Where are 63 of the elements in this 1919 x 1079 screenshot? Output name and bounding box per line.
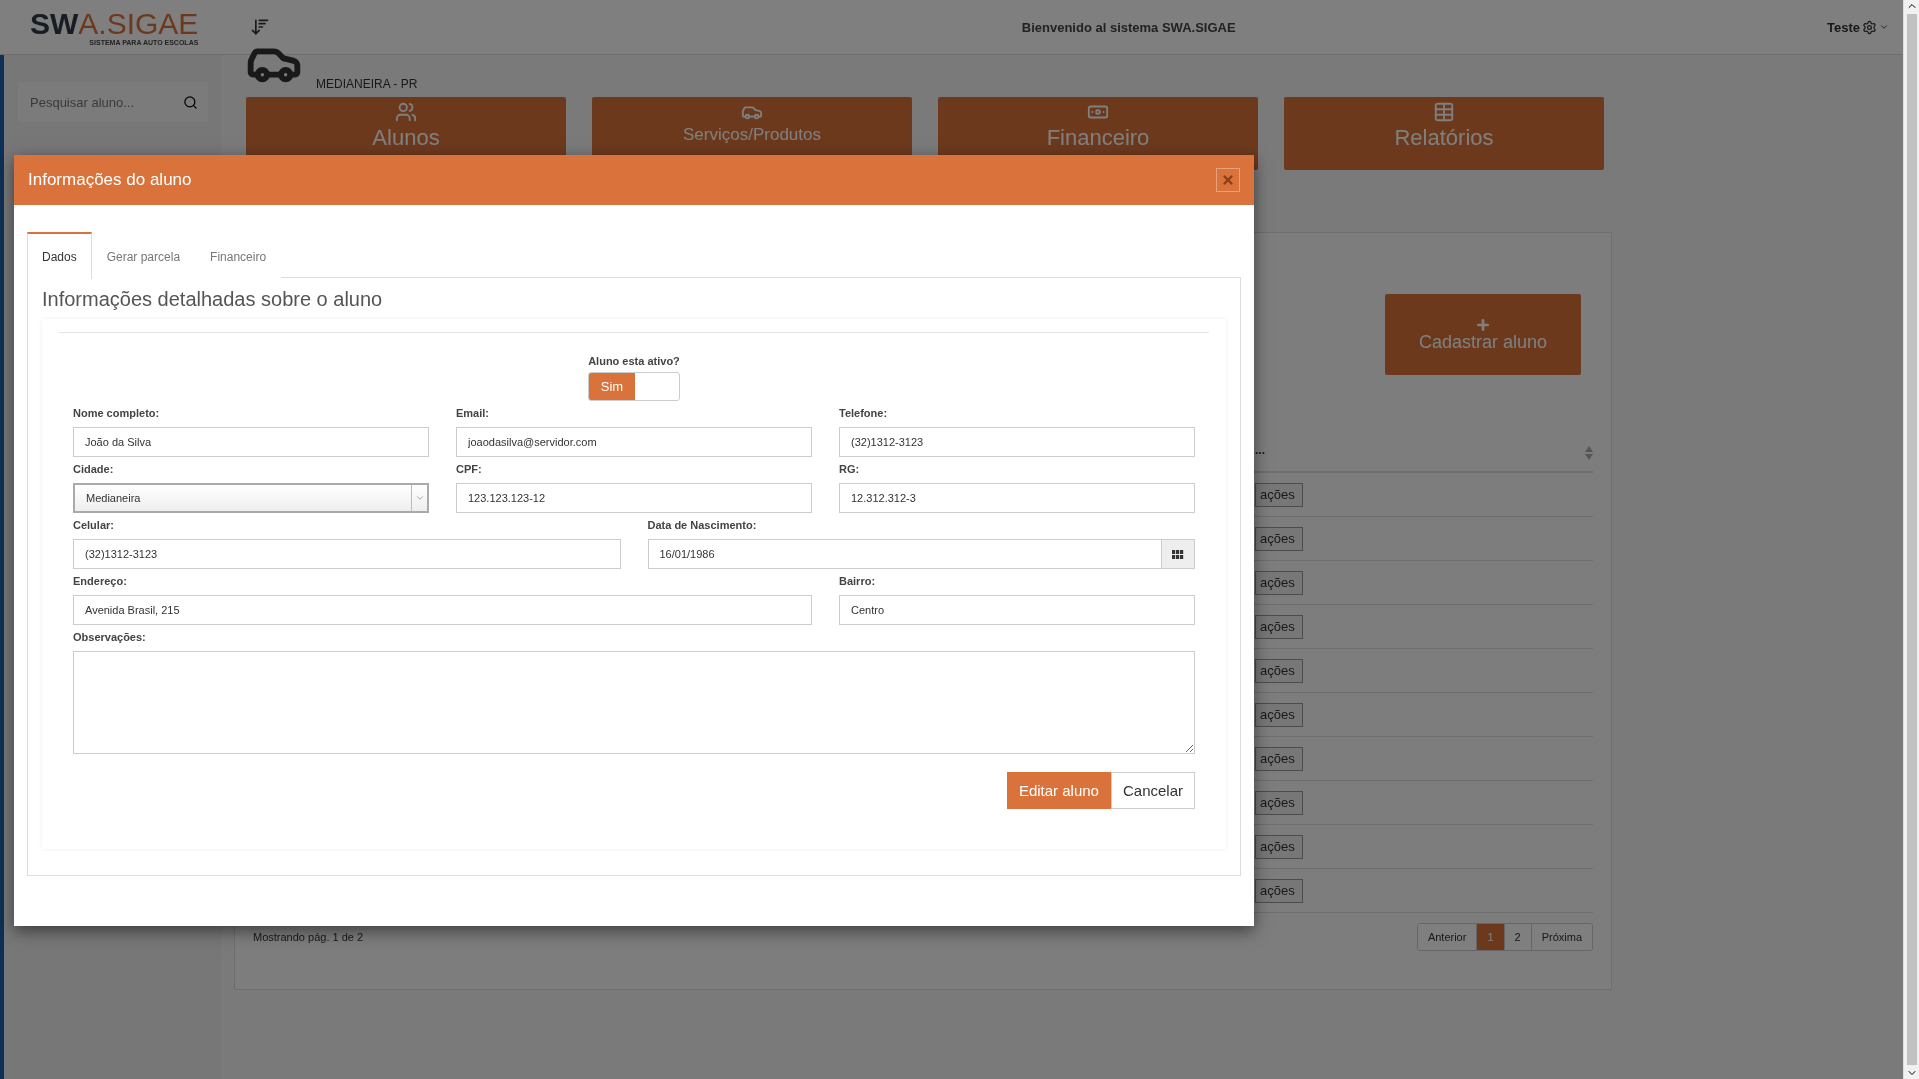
actions-button[interactable]: ações [1255,746,1303,771]
field-label: Data de Nascimento: [647,519,758,531]
actions-button[interactable]: ações [1255,526,1303,551]
search-icon [183,94,198,110]
tab[interactable]: Dados [27,232,92,279]
user-menu[interactable]: Teste [1827,19,1889,35]
close-button[interactable] [1216,168,1240,192]
calendar-button[interactable] [1162,539,1195,569]
actions-button[interactable]: ações [1255,702,1303,727]
field-label: Celular: [73,519,115,531]
field-label: Email: [456,407,490,419]
plus-icon [1475,317,1491,334]
settings-icon [1862,19,1877,35]
input-field[interactable]: joaodasilva@servidor.com [456,427,812,457]
input-field[interactable]: Centro [839,595,1195,625]
active-toggle[interactable]: Sim [588,372,680,401]
notes-field[interactable] [73,651,1195,754]
cancel-button[interactable]: Cancelar [1110,772,1195,809]
input-field[interactable]: 123.123.123-12 [456,483,812,513]
users-icon [395,101,417,123]
field-label: Aluno esta ativo? [588,355,680,367]
input-field[interactable]: João da Silva [73,427,429,457]
scrollbar[interactable] [1903,0,1919,1079]
section-heading: Informações detalhadas sobre o aluno [42,288,384,311]
field-label: Cidade: [73,463,115,475]
actions-button[interactable]: ações [1255,790,1303,815]
input-field[interactable]: (32)1312-3123 [839,427,1195,457]
field-label: Nome completo: [73,407,161,419]
close-icon [1221,173,1235,187]
field-label: Observações: [73,631,147,643]
input-field[interactable]: 12.312.312-3 [839,483,1195,513]
actions-button[interactable]: ações [1255,878,1303,903]
actions-button[interactable]: ações [1255,614,1303,639]
caret-icon [414,493,425,503]
welcome-text: Bienvenido al sistema SWA.SIGAE [1020,19,1237,35]
page-link[interactable]: 1 [1476,924,1504,950]
field-label: Telefone: [839,407,889,419]
actions-button[interactable]: ações [1255,570,1303,595]
field-label: Bairro: [839,575,877,587]
table-icon [1433,101,1455,123]
dialog-title: Informações do aluno [28,170,192,190]
location-text: MEDIANEIRA - PR [316,77,418,91]
date-field[interactable]: 16/01/1986 [647,539,1163,569]
input-field[interactable]: Avenida Brasil, 215 [73,595,812,625]
field-label: CPF: [456,463,483,475]
actions-button[interactable]: ações [1255,658,1303,683]
add-student-button[interactable]: Cadastrar aluno [1385,294,1581,375]
menu-tile[interactable]: Relatórios [1284,97,1604,170]
actions-button[interactable]: ações [1255,482,1303,507]
caret-icon [1879,22,1889,32]
field-label: RG: [839,463,861,475]
search-field[interactable]: Pesquisar aluno... [28,93,183,111]
column-header: ... [1255,443,1265,459]
city-select[interactable]: Medianeira [73,483,429,513]
page-info: Mostrando pág. 1 de 2 [253,931,364,943]
grid-icon [1172,549,1185,559]
actions-button[interactable]: ações [1255,834,1303,859]
search-bar[interactable]: Pesquisar aluno... [18,82,208,122]
input-field[interactable]: (32)1312-3123 [73,539,621,569]
save-button[interactable]: Editar aluno [1006,772,1111,809]
sort-icon[interactable] [250,17,271,37]
field-label: Endereço: [73,575,128,587]
page-link[interactable]: Próxima [1530,924,1592,950]
